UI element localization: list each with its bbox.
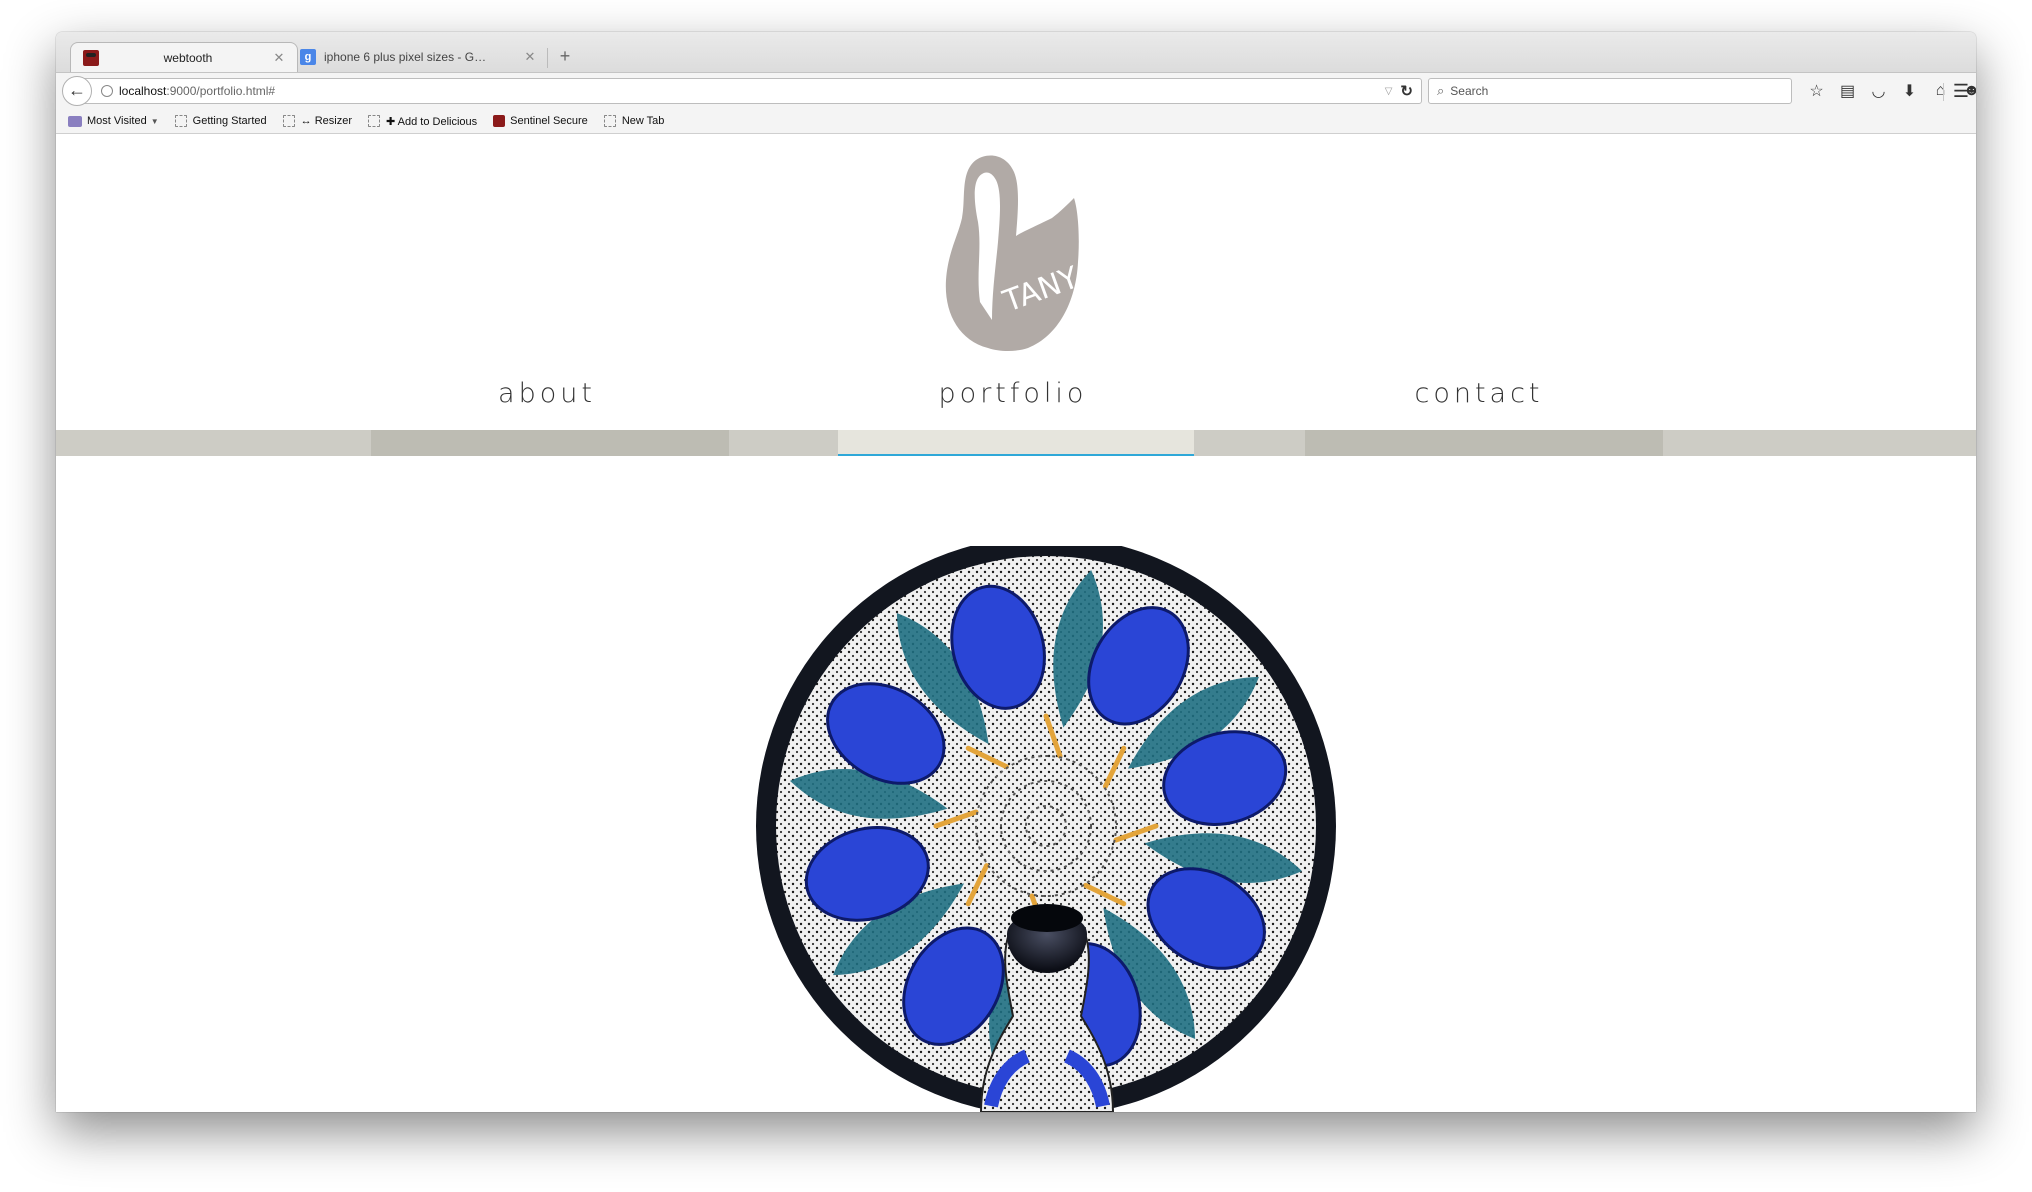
url-bar[interactable]: localhost:9000/portfolio.html# ▽ ↻ (82, 78, 1422, 104)
toolbar-separator (1943, 83, 1944, 101)
bookmark-most-visited[interactable]: Most Visited ▼ (68, 115, 159, 127)
bookmark-star-icon[interactable]: ☆ (1801, 81, 1832, 101)
tab-separator (547, 48, 548, 68)
swan-logo[interactable]: TANYA (936, 152, 1096, 352)
google-favicon-icon: g (300, 49, 316, 65)
hamburger-menu-icon[interactable]: ☰ (1949, 78, 1973, 104)
reload-icon[interactable]: ↻ (1400, 82, 1413, 100)
url-host: localhost (119, 84, 167, 98)
nav-segment-portfolio-active[interactable] (838, 430, 1194, 456)
webtooth-favicon-icon (83, 49, 99, 66)
nav-link-about[interactable]: about (397, 378, 697, 409)
bookmark-label: New Tab (621, 115, 665, 127)
bookmark-sentinel-secure[interactable]: Sentinel Secure (493, 115, 588, 127)
page-content: TANYA about portfolio contact (56, 134, 1976, 1112)
bookmark-label: ↔ Resizer (300, 115, 352, 127)
navigation-toolbar: localhost:9000/portfolio.html# ▽ ↻ ← ⌕ S… (56, 73, 1976, 109)
nav-link-contact[interactable]: contact (1329, 378, 1629, 409)
folder-icon (68, 115, 82, 127)
nav-segment-about[interactable] (371, 430, 729, 456)
bookmark-label: ✚ Add to Delicious (385, 115, 478, 128)
tab-webtooth[interactable]: webtooth ✕ (70, 42, 298, 72)
site-info-icon[interactable] (101, 85, 113, 97)
bookmark-add-to-delicious[interactable]: ✚ Add to Delicious (367, 115, 478, 128)
sentinel-icon (493, 115, 506, 127)
url-dropdown-icon[interactable]: ▽ (1385, 86, 1393, 97)
bookmark-icon (282, 115, 295, 127)
back-button[interactable]: ← (62, 76, 92, 106)
bookmark-label: Most Visited (87, 115, 147, 127)
bookmarks-toolbar: Most Visited ▼ Getting Started ↔ Resizer… (56, 109, 1976, 134)
search-icon: ⌕ (1437, 83, 1445, 98)
bookmark-icon (603, 115, 616, 127)
nav-link-portfolio[interactable]: portfolio (863, 378, 1163, 409)
tab-title: iphone 6 plus pixel sizes - G… (324, 50, 487, 64)
tab-title: webtooth (163, 50, 213, 65)
new-tab-button[interactable]: + (552, 44, 578, 68)
close-tab-icon[interactable]: ✕ (520, 49, 540, 65)
url-path: :9000/portfolio.html# (166, 84, 276, 98)
search-placeholder: Search (1450, 84, 1489, 98)
bookmark-icon (367, 115, 380, 127)
reading-list-icon[interactable]: ▤ (1832, 81, 1863, 101)
search-input[interactable]: ⌕ Search (1428, 78, 1792, 104)
nav-segment-contact[interactable] (1305, 430, 1663, 456)
bookmark-icon (174, 115, 187, 127)
bookmark-label: Getting Started (192, 115, 267, 127)
browser-window: webtooth ✕ g iphone 6 plus pixel sizes -… (56, 32, 1976, 1112)
tab-google-search[interactable]: g iphone 6 plus pixel sizes - G… ✕ (288, 42, 548, 72)
tab-strip: webtooth ✕ g iphone 6 plus pixel sizes -… (56, 32, 1976, 73)
bookmark-resizer[interactable]: ↔ Resizer (282, 115, 352, 127)
url-text[interactable]: localhost:9000/portfolio.html# (119, 84, 1385, 98)
bookmark-new-tab[interactable]: New Tab (603, 115, 665, 127)
pocket-icon[interactable]: ◡ (1863, 81, 1894, 101)
portfolio-ceramic-image (756, 546, 1336, 1112)
bookmark-getting-started[interactable]: Getting Started (174, 115, 267, 127)
bookmark-label: Sentinel Secure (510, 115, 588, 127)
close-tab-icon[interactable]: ✕ (269, 50, 289, 66)
downloads-icon[interactable]: ⬇ (1894, 81, 1925, 101)
chevron-down-icon: ▼ (150, 116, 159, 126)
